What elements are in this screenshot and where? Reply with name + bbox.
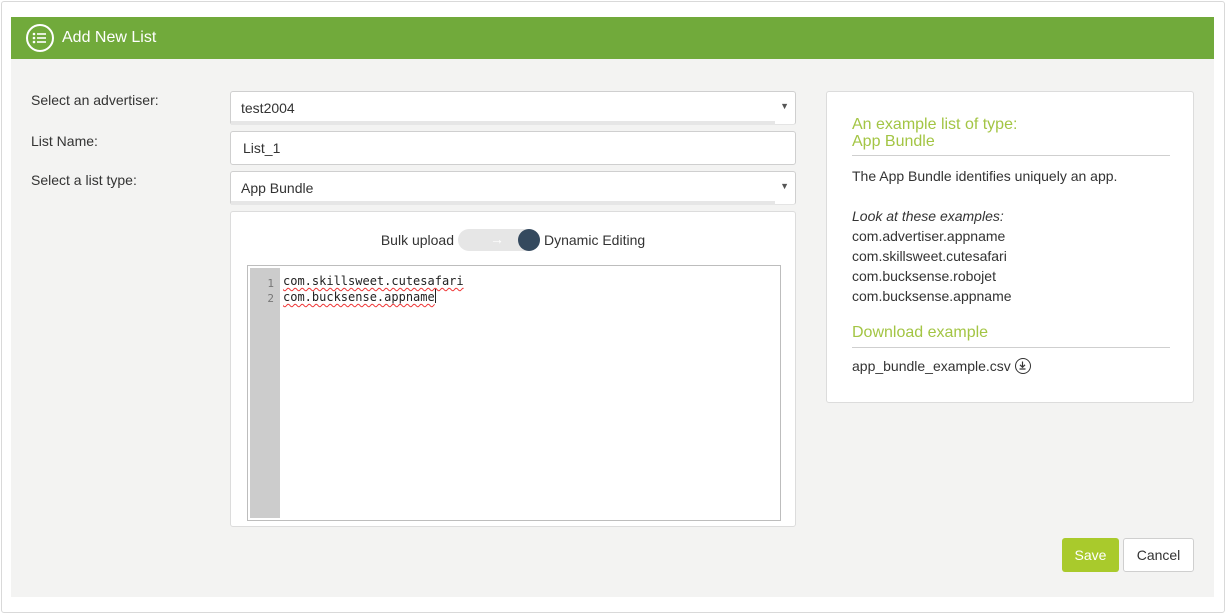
text-cursor xyxy=(434,289,436,303)
example-card: An example list of type: App Bundle The … xyxy=(826,91,1194,403)
example-item: com.bucksense.robojet xyxy=(852,268,996,284)
list-type-select[interactable]: App Bundle ▼ xyxy=(230,171,796,205)
upload-mode-toggle[interactable]: → xyxy=(458,229,540,251)
list-icon xyxy=(26,24,54,52)
list-name-label: List Name: xyxy=(31,133,98,149)
dynamic-editing-label[interactable]: Dynamic Editing xyxy=(544,232,645,248)
code-line[interactable]: com.bucksense.appname xyxy=(283,289,436,304)
advertiser-select-value: test2004 xyxy=(241,100,295,116)
example-title: An example list of type: App Bundle xyxy=(852,116,1170,156)
download-heading: Download example xyxy=(852,324,1170,348)
example-item: com.advertiser.appname xyxy=(852,228,1006,244)
example-title-type: App Bundle xyxy=(852,133,935,150)
list-type-label: Select a list type: xyxy=(31,172,137,188)
code-editor[interactable]: 1 2 com.skillsweet.cutesafari com.buckse… xyxy=(247,265,781,521)
code-line[interactable]: com.skillsweet.cutesafari xyxy=(283,274,464,288)
modal-title: Add New List xyxy=(62,29,157,46)
toggle-knob[interactable] xyxy=(518,229,540,251)
download-file-name[interactable]: app_bundle_example.csv xyxy=(852,358,1011,374)
download-icon[interactable] xyxy=(1014,358,1031,374)
examples-heading: Look at these examples: xyxy=(852,208,1004,224)
download-link[interactable]: app_bundle_example.csv xyxy=(852,358,1031,374)
list-name-input[interactable]: List_1 xyxy=(230,131,796,165)
arrow-right-icon: → xyxy=(490,231,504,247)
list-name-value: List_1 xyxy=(243,140,281,156)
list-editor-box: Bulk upload → Dynamic Editing 1 2 com.sk… xyxy=(230,211,796,527)
bulk-upload-label[interactable]: Bulk upload xyxy=(381,232,454,248)
advertiser-label: Select an advertiser: xyxy=(31,92,159,108)
example-title-line: An example list of type: xyxy=(852,116,1018,133)
caret-down-icon: ▼ xyxy=(780,181,789,191)
cancel-button[interactable]: Cancel xyxy=(1123,538,1194,572)
list-type-select-value: App Bundle xyxy=(241,180,314,196)
code-line-text: com.bucksense.appname xyxy=(283,290,435,304)
example-item: com.bucksense.appname xyxy=(852,288,1012,304)
caret-down-icon: ▼ xyxy=(780,101,789,111)
line-number: 1 xyxy=(267,277,274,290)
upload-mode-toggle-row: Bulk upload → Dynamic Editing xyxy=(231,228,795,252)
example-description: The App Bundle identifies uniquely an ap… xyxy=(852,168,1118,184)
save-button[interactable]: Save xyxy=(1062,538,1119,572)
example-item: com.skillsweet.cutesafari xyxy=(852,248,1007,264)
advertiser-select[interactable]: test2004 ▼ xyxy=(230,91,796,125)
line-number-gutter: 1 2 xyxy=(250,268,280,518)
line-number: 2 xyxy=(267,292,274,305)
modal-header: Add New List xyxy=(11,17,1214,59)
